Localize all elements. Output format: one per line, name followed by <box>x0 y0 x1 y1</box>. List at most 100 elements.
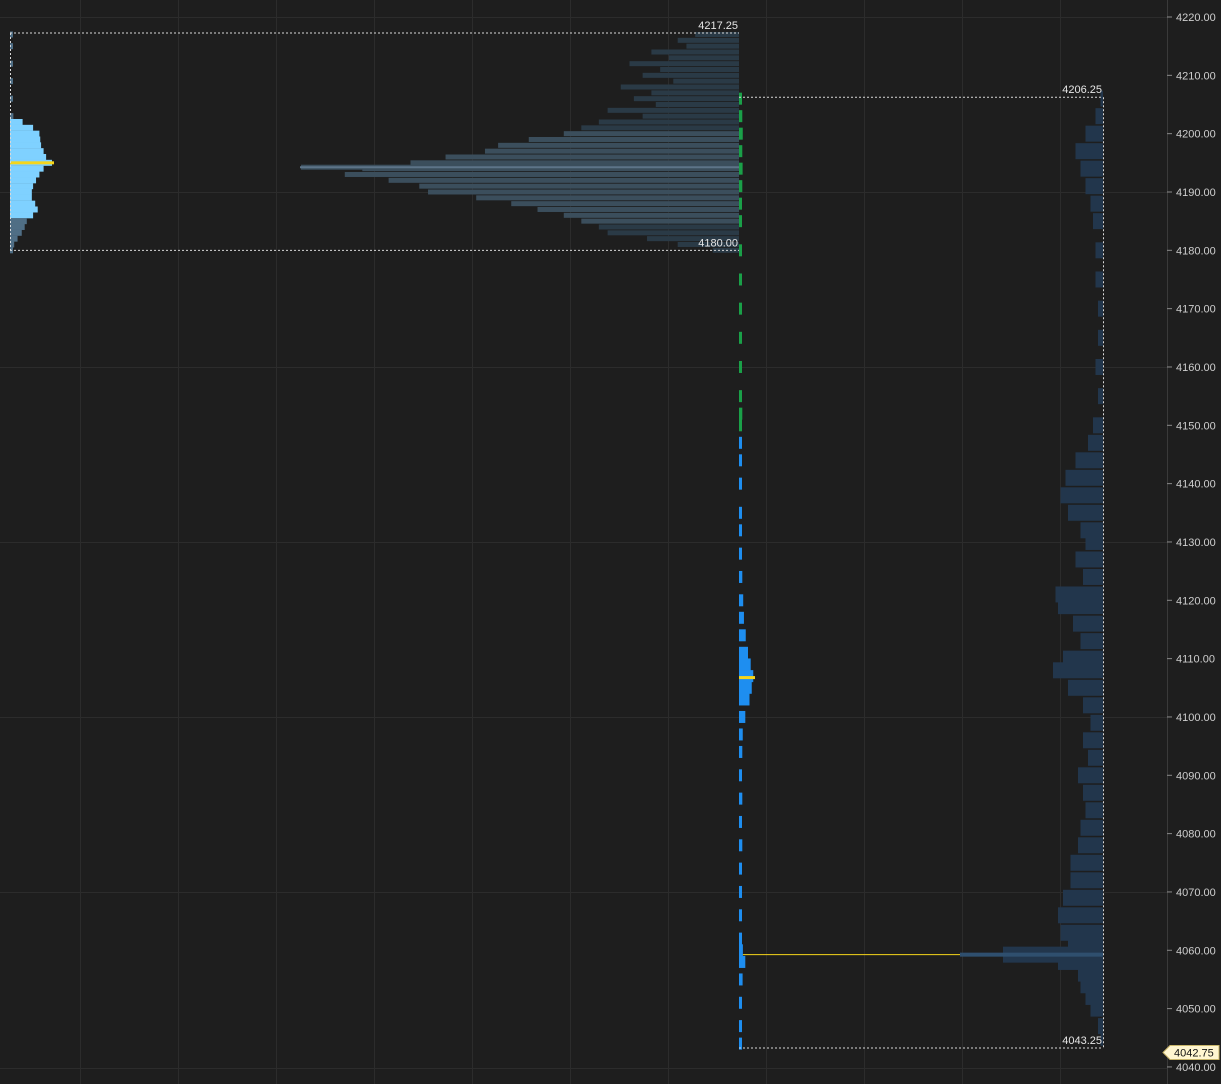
tpo-bar <box>739 145 743 158</box>
tpo-bar <box>739 407 743 420</box>
tpo-bar <box>10 235 18 242</box>
range-price-label: 4206.25 <box>1062 84 1102 96</box>
tpo-bar <box>739 1020 742 1033</box>
profile-bar <box>1093 417 1103 434</box>
tpo-bar <box>739 390 742 403</box>
profile-bar <box>445 154 739 160</box>
profile-bar <box>660 66 739 72</box>
range-price-label: 4180.00 <box>698 237 738 249</box>
price-tick-label: 4190.00 <box>1176 187 1216 199</box>
tpo-bar <box>10 218 27 225</box>
profile-bar <box>581 218 739 224</box>
profile-bar <box>1095 271 1103 288</box>
price-tick-label: 4180.00 <box>1176 245 1216 257</box>
tpo-bar <box>739 944 743 957</box>
profile-bar <box>633 96 739 102</box>
profile-bar <box>1088 434 1103 451</box>
tpo-bar <box>739 909 742 922</box>
tpo-bar <box>10 136 41 143</box>
tpo-bar <box>10 142 42 149</box>
profile-bar <box>1083 732 1103 749</box>
profile-bar <box>1083 697 1103 714</box>
profile-bar <box>1065 469 1103 486</box>
profile-bar <box>344 171 739 177</box>
tpo-bar <box>10 118 23 125</box>
volume-profile-chart[interactable]: 4217.25 4180.00 4206.25 4043.25 4040.00 4050… <box>0 0 1221 1084</box>
profile-bar <box>1070 872 1103 889</box>
price-tick-label: 4080.00 <box>1176 829 1216 841</box>
profile-bar <box>607 230 739 236</box>
tpo-poc-marker <box>739 676 755 680</box>
tpo-bar <box>739 436 742 449</box>
profile-bar <box>651 49 739 55</box>
profile-bar <box>642 113 739 119</box>
price-tick-label: 4070.00 <box>1176 887 1216 899</box>
profile-bar <box>498 142 739 148</box>
price-tick-label: 4120.00 <box>1176 595 1216 607</box>
last-price-label: 4042.75 <box>1174 1048 1214 1060</box>
tpo-bar <box>739 180 743 193</box>
profile-bar <box>1053 662 1103 679</box>
profile-bar <box>1083 568 1103 585</box>
profile-bar <box>1060 487 1103 504</box>
profile-bar <box>1085 533 1103 550</box>
tpo-bar <box>10 148 44 155</box>
profile-bar <box>563 212 739 218</box>
tpo-bar <box>739 331 742 344</box>
tpo-bar <box>10 183 34 190</box>
tpo-bar <box>739 524 742 537</box>
tpo-bar <box>739 506 742 519</box>
tpo-bar <box>10 206 38 213</box>
tpo-bar <box>739 728 743 741</box>
tpo-bar <box>739 973 743 986</box>
tpo-bar <box>739 570 743 583</box>
profile-bar <box>1075 551 1103 568</box>
profile-bar <box>1098 300 1103 317</box>
tpo-bar <box>10 153 47 160</box>
tpo-bar <box>739 302 742 315</box>
profile-bar <box>695 31 739 37</box>
profile-bar <box>1078 767 1103 784</box>
price-tick-label: 4050.00 <box>1176 1004 1216 1016</box>
tpo-bar <box>10 194 32 201</box>
profile-bar <box>1098 329 1103 346</box>
profile-bar <box>668 55 739 61</box>
tpo-bar <box>739 885 742 898</box>
tpo-bar <box>739 693 750 706</box>
profile-bar <box>388 177 739 183</box>
profile-bar <box>1080 819 1103 836</box>
profile-bar <box>686 43 739 49</box>
tpo-bar <box>739 477 742 490</box>
price-tick-label: 4140.00 <box>1176 479 1216 491</box>
profile-bar <box>410 160 739 166</box>
profile-bar <box>598 119 739 125</box>
profile-bar <box>651 90 739 96</box>
profile-bar <box>1070 854 1103 871</box>
tpo-bar <box>739 273 742 286</box>
tpo-bar <box>739 92 742 105</box>
profile-bar <box>1083 784 1103 801</box>
profile-bar <box>1095 108 1103 125</box>
price-tick-label: 4150.00 <box>1176 420 1216 432</box>
profile-bar <box>1068 679 1103 696</box>
price-tick-label: 4220.00 <box>1176 12 1216 24</box>
price-tick-label: 4160.00 <box>1176 362 1216 374</box>
price-tick-label: 4040.00 <box>1176 1062 1216 1074</box>
profile-bar <box>1058 598 1103 615</box>
tpo-bar <box>739 547 742 560</box>
tpo-bar <box>739 932 742 945</box>
range-price-label: 4043.25 <box>1062 1035 1102 1047</box>
tpo-bar <box>10 223 25 230</box>
profile-bar <box>629 61 739 67</box>
profile-bar <box>1080 160 1103 177</box>
tpo-bar <box>739 815 742 828</box>
tpo-bar <box>739 215 742 228</box>
tpo-bar <box>739 658 751 671</box>
tpo-bar <box>739 162 743 175</box>
price-tick-label: 4130.00 <box>1176 537 1216 549</box>
range-price-label: 4217.25 <box>698 20 738 32</box>
tpo-bar <box>739 745 743 758</box>
tpo-bar <box>739 792 743 805</box>
price-tick-label: 4100.00 <box>1176 712 1216 724</box>
tpo-bar <box>10 177 37 184</box>
